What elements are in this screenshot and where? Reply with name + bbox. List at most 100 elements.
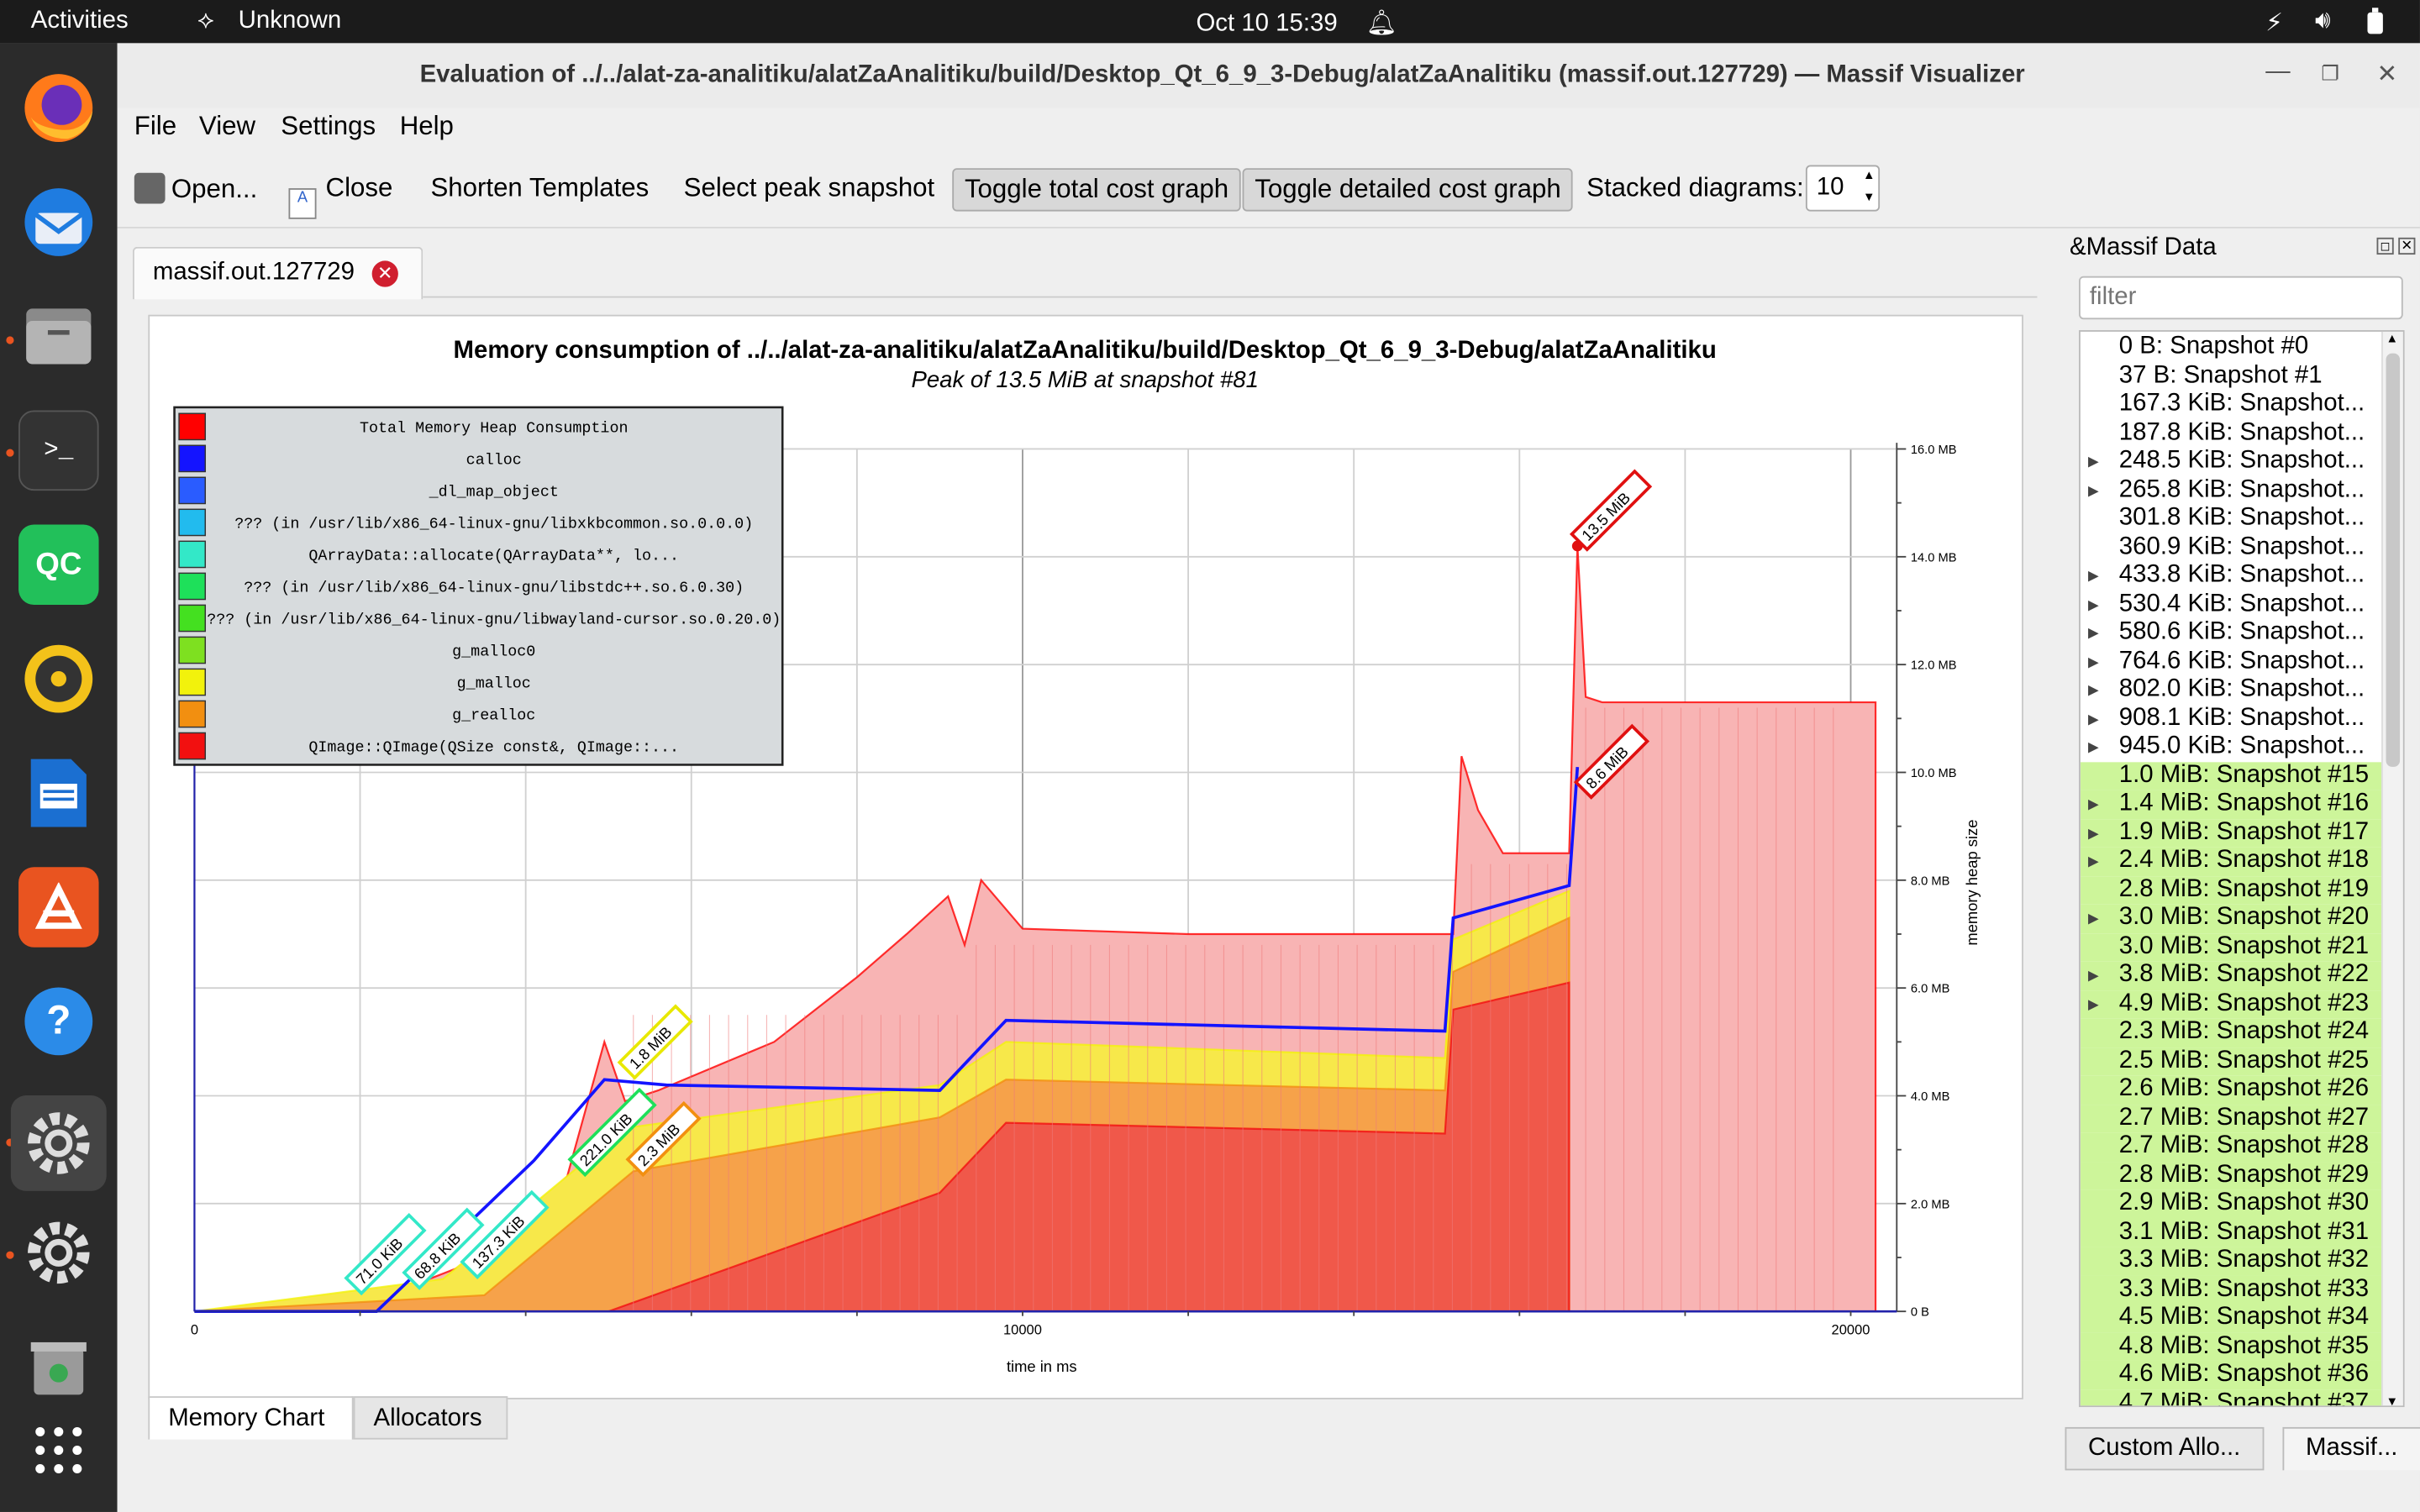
settings-icon[interactable]	[10, 1095, 107, 1191]
thunderbird-icon[interactable]	[18, 182, 99, 263]
tab-close-icon[interactable]: ✕	[371, 260, 398, 287]
toggle-detailed-cost-button[interactable]: Toggle detailed cost graph	[1242, 168, 1574, 212]
expand-arrow-icon[interactable]: ▶	[2088, 732, 2099, 760]
scroll-down-icon[interactable]: ▼	[2386, 1394, 2399, 1405]
tree-scrollbar[interactable]: ▲ ▼	[2381, 331, 2403, 1406]
snapshot-row[interactable]: 2.7 MiB: Snapshot #28	[2080, 1132, 2383, 1162]
help-icon[interactable]: ?	[18, 981, 99, 1062]
snapshot-row[interactable]: ▶ 530.4 KiB: Snapshot...	[2081, 591, 2383, 619]
snapshot-row[interactable]: ▶ 2.4 MiB: Snapshot #18	[2080, 847, 2383, 876]
snapshot-row[interactable]: 2.8 MiB: Snapshot #29	[2080, 1161, 2383, 1190]
snapshot-row[interactable]: 3.0 MiB: Snapshot #21	[2080, 932, 2383, 962]
spin-down-icon[interactable]: ▼	[1863, 190, 1876, 204]
snapshot-row[interactable]: 2.3 MiB: Snapshot #24	[2080, 1018, 2383, 1047]
menu-view[interactable]: View	[199, 111, 255, 142]
snapshot-row[interactable]: 4.6 MiB: Snapshot #36	[2080, 1360, 2383, 1389]
snapshot-row[interactable]: 3.1 MiB: Snapshot #31	[2080, 1218, 2383, 1247]
firefox-icon[interactable]	[18, 68, 99, 149]
snapshot-row[interactable]: 4.5 MiB: Snapshot #34	[2080, 1304, 2383, 1332]
minimize-icon[interactable]: —	[2265, 59, 2290, 87]
rhythmbox-icon[interactable]	[18, 638, 99, 719]
snapshot-row[interactable]: 2.6 MiB: Snapshot #26	[2080, 1075, 2383, 1105]
expand-arrow-icon[interactable]: ▶	[2088, 591, 2099, 618]
select-peak-button[interactable]: Select peak snapshot	[673, 168, 945, 211]
files-icon[interactable]	[18, 297, 99, 377]
volume-icon[interactable]: 🔊︎	[2315, 8, 2331, 35]
snapshot-row[interactable]: 37 B: Snapshot #1	[2081, 362, 2383, 391]
expand-arrow-icon[interactable]: ▶	[2088, 847, 2099, 874]
expand-arrow-icon[interactable]: ▶	[2088, 675, 2099, 703]
menu-help[interactable]: Help	[400, 111, 454, 142]
expand-arrow-icon[interactable]: ▶	[2088, 818, 2099, 846]
expand-arrow-icon[interactable]: ▶	[2088, 904, 2099, 932]
snapshot-row[interactable]: ▶ 433.8 KiB: Snapshot...	[2081, 562, 2383, 591]
memory-chart[interactable]: Memory consumption of ../../alat-za-anal…	[150, 317, 2022, 1399]
expand-arrow-icon[interactable]: ▶	[2088, 990, 2099, 1017]
scroll-up-icon[interactable]: ▲	[2386, 332, 2399, 346]
spin-up-icon[interactable]: ▲	[1863, 168, 1876, 182]
menu-file[interactable]: File	[134, 111, 176, 142]
network-icon[interactable]: ⚡︎	[2265, 8, 2283, 39]
snapshot-row[interactable]: 301.8 KiB: Snapshot...	[2081, 505, 2383, 533]
snapshot-row[interactable]: 3.3 MiB: Snapshot #33	[2080, 1275, 2383, 1305]
expand-arrow-icon[interactable]: ▶	[2088, 448, 2099, 475]
close-window-icon[interactable]: ✕	[2377, 59, 2398, 90]
expand-arrow-icon[interactable]: ▶	[2088, 562, 2099, 590]
writer-icon[interactable]	[18, 753, 99, 833]
trash-icon[interactable]	[18, 1327, 99, 1408]
expand-arrow-icon[interactable]: ▶	[2088, 961, 2099, 989]
snapshot-row[interactable]: 2.5 MiB: Snapshot #25	[2080, 1047, 2383, 1076]
snapshot-row[interactable]: ▶ 764.6 KiB: Snapshot...	[2081, 647, 2383, 675]
snapshot-row[interactable]: 2.9 MiB: Snapshot #30	[2080, 1189, 2383, 1219]
maximize-icon[interactable]: ❐	[2321, 61, 2338, 86]
settings2-icon[interactable]	[18, 1213, 99, 1294]
apps-grid-icon[interactable]	[18, 1410, 99, 1491]
custom-allocators-button[interactable]: Custom Allo...	[2065, 1426, 2264, 1471]
snapshot-row[interactable]: ▶ 580.6 KiB: Snapshot...	[2081, 619, 2383, 648]
snapshot-row[interactable]: 2.8 MiB: Snapshot #19	[2080, 875, 2383, 905]
tab-allocators[interactable]: Allocators	[353, 1396, 508, 1440]
toggle-total-cost-button[interactable]: Toggle total cost graph	[952, 168, 1241, 212]
expand-arrow-icon[interactable]: ▶	[2088, 476, 2099, 504]
qtcreator-icon[interactable]: QC	[18, 524, 99, 605]
snapshot-row[interactable]: ▶ 1.9 MiB: Snapshot #17	[2080, 818, 2383, 848]
snapshot-row[interactable]: ▶ 4.9 MiB: Snapshot #23	[2080, 990, 2383, 1019]
snapshot-row[interactable]: ▶ 265.8 KiB: Snapshot...	[2081, 476, 2383, 505]
terminal-icon[interactable]: >_	[18, 410, 99, 491]
massif-data-tab-button[interactable]: Massif...	[2282, 1426, 2420, 1471]
expand-arrow-icon[interactable]: ▶	[2088, 790, 2099, 817]
expand-arrow-icon[interactable]: ▶	[2088, 704, 2099, 732]
snapshot-row[interactable]: ▶ 3.0 MiB: Snapshot #20	[2080, 904, 2383, 933]
snapshot-row[interactable]: ▶ 3.8 MiB: Snapshot #22	[2080, 961, 2383, 990]
snapshot-row[interactable]: ▶ 802.0 KiB: Snapshot...	[2081, 675, 2383, 704]
tab-memory-chart[interactable]: Memory Chart	[148, 1396, 354, 1440]
expand-arrow-icon[interactable]: ▶	[2088, 647, 2099, 675]
menu-settings[interactable]: Settings	[281, 111, 376, 142]
snapshot-row[interactable]: ▶ 945.0 KiB: Snapshot...	[2081, 732, 2383, 761]
app-menu[interactable]: ⟡ Unknown	[197, 8, 341, 35]
snapshot-row[interactable]: 360.9 KiB: Snapshot...	[2081, 533, 2383, 562]
panel-close-icon[interactable]: ✕	[2398, 237, 2416, 255]
shorten-templates-button[interactable]: Shorten Templates	[420, 168, 660, 211]
snapshot-row[interactable]: ▶ 248.5 KiB: Snapshot...	[2081, 448, 2383, 476]
snapshot-row[interactable]: ▶ 908.1 KiB: Snapshot...	[2081, 704, 2383, 732]
snapshot-row[interactable]: 0 B: Snapshot #0	[2081, 333, 2383, 362]
snapshot-row[interactable]: 167.3 KiB: Snapshot...	[2081, 391, 2383, 419]
snapshot-row[interactable]: 4.7 MiB: Snapshot #37	[2080, 1389, 2383, 1406]
snapshot-row[interactable]: 3.3 MiB: Snapshot #32	[2080, 1247, 2383, 1276]
expand-arrow-icon[interactable]: ▶	[2088, 619, 2099, 647]
snapshot-tree[interactable]: 0 B: Snapshot #0 37 B: Snapshot #1 167.3 K…	[2079, 330, 2405, 1408]
close-button[interactable]: A Close	[278, 168, 404, 219]
snapshot-row[interactable]: ▶ 1.4 MiB: Snapshot #16	[2080, 790, 2383, 819]
appcenter-icon[interactable]	[18, 867, 99, 948]
activities-button[interactable]: Activities	[31, 8, 129, 35]
snapshot-row[interactable]: 187.8 KiB: Snapshot...	[2081, 419, 2383, 448]
open-button[interactable]: Open...	[124, 168, 268, 211]
snapshot-row[interactable]: 4.8 MiB: Snapshot #35	[2080, 1331, 2383, 1361]
clock[interactable]: Oct 10 15:39 🔔︎	[1196, 8, 1397, 39]
snapshot-row[interactable]: 1.0 MiB: Snapshot #15	[2080, 761, 2383, 790]
filter-input[interactable]	[2079, 276, 2403, 320]
panel-float-icon[interactable]: ◻	[2376, 237, 2394, 255]
stacked-diagrams-spinbox[interactable]: 10 ▲ ▼	[1805, 165, 1881, 212]
window-titlebar[interactable]: Evaluation of ../../alat-za-analitiku/al…	[117, 43, 2420, 108]
